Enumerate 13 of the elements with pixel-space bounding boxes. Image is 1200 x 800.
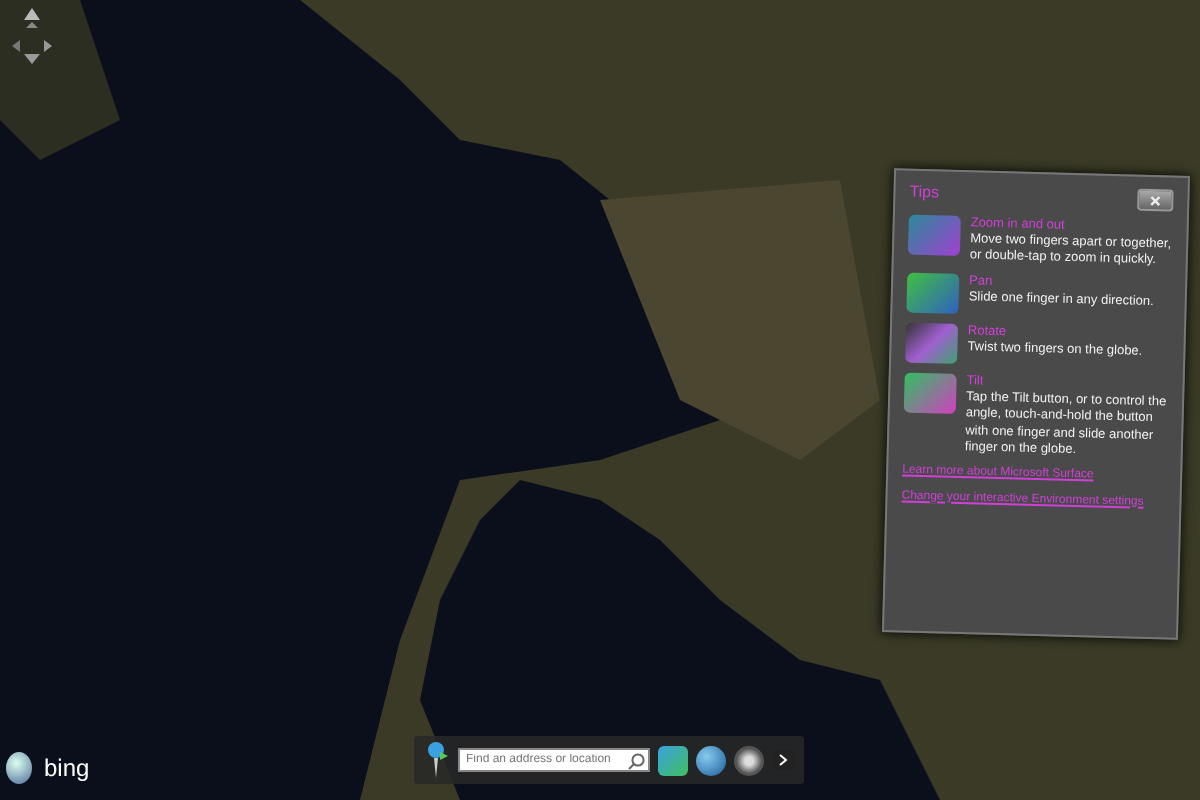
close-button[interactable] — [1137, 188, 1174, 212]
thumbnail-placeholder — [905, 323, 959, 365]
thumbnail-placeholder — [903, 373, 957, 415]
logo: bing — [44, 754, 90, 782]
expand-button[interactable] — [772, 750, 796, 770]
search-icon[interactable] — [628, 751, 646, 769]
thumbnail-placeholder — [906, 273, 960, 315]
chevron-icon — [778, 754, 790, 766]
map-style-icon[interactable] — [658, 745, 688, 775]
thumbnail-placeholder — [907, 214, 961, 256]
globe-icon[interactable] — [696, 745, 726, 775]
panel-title: Tips — [909, 182, 940, 202]
close-icon — [1147, 191, 1164, 209]
